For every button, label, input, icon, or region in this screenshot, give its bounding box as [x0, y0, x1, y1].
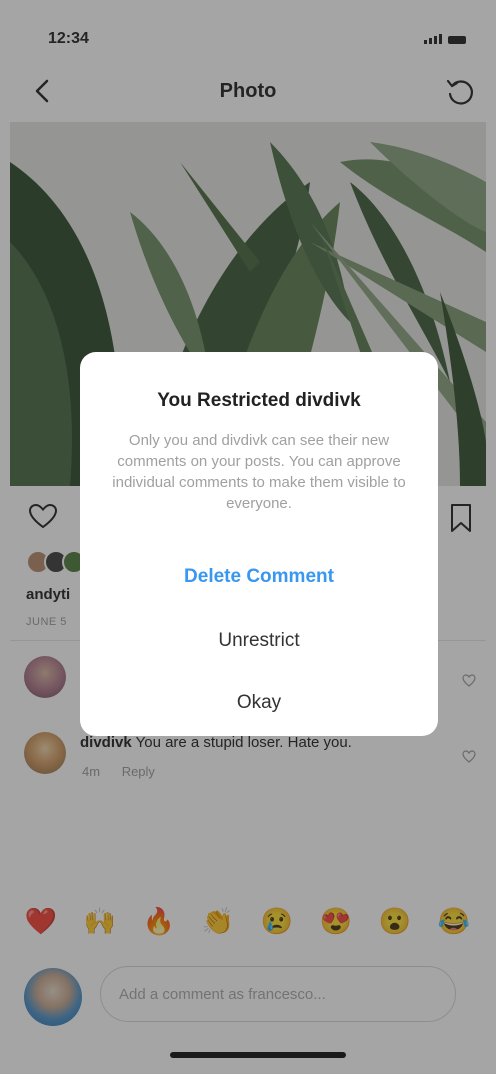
delete-comment-button[interactable]: Delete Comment — [80, 566, 438, 588]
dialog-message: Only you and divdivk can see their new c… — [112, 432, 406, 512]
okay-button[interactable]: Okay — [80, 692, 438, 714]
restrict-dialog: You Restricted divdivk Only you and divd… — [80, 352, 438, 736]
dialog-title: You Restricted divdivk — [157, 390, 361, 411]
unrestrict-button[interactable]: Unrestrict — [80, 630, 438, 652]
